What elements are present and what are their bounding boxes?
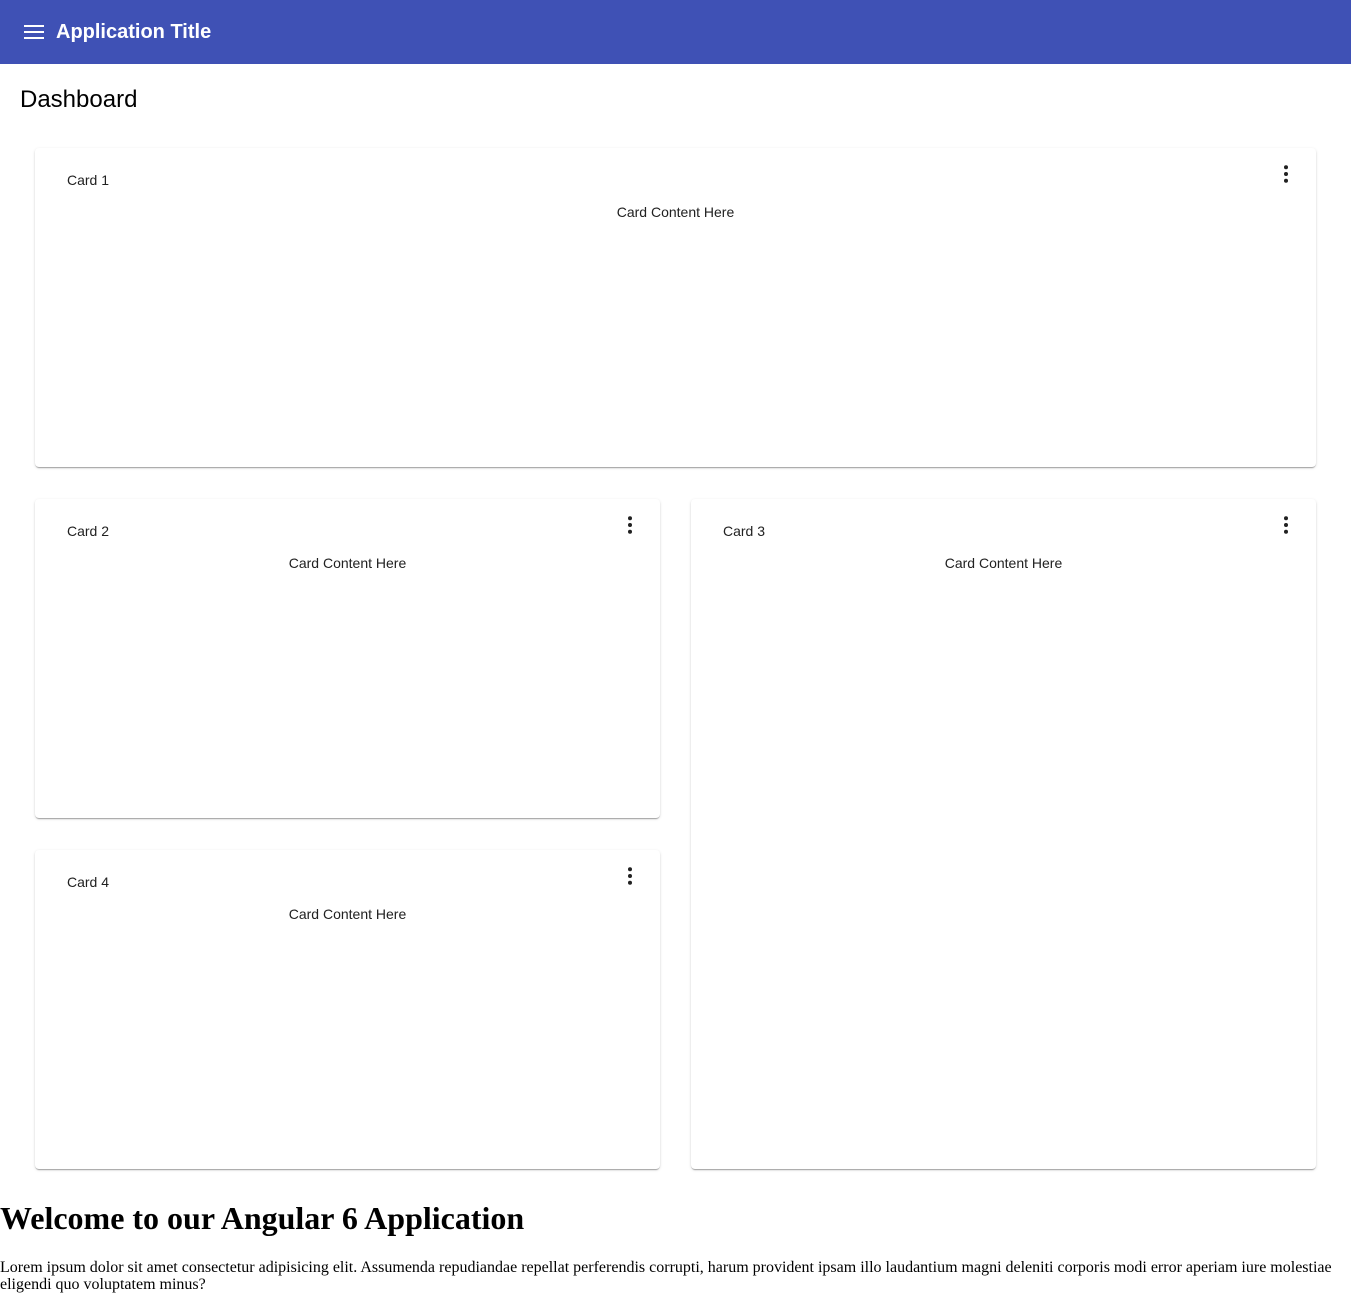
app-toolbar: Application Title [0,0,1351,64]
card-menu-button[interactable] [616,511,644,539]
more-vert-icon [1284,165,1288,183]
dashboard-card-2: Card 2 Card Content Here [35,499,660,818]
welcome-paragraph: Lorem ipsum dolor sit amet consectetur a… [0,1259,1332,1293]
more-vert-icon [628,867,632,885]
app-title: Application Title [56,21,212,43]
dashboard-card-3: Card 3 Card Content Here [691,499,1316,1169]
card-title: Card 4 [67,874,110,890]
card-content: Card Content Here [288,906,407,922]
menu-icon [24,25,44,39]
card-title: Card 1 [67,172,110,188]
card-menu-button[interactable] [616,862,644,890]
menu-button[interactable] [18,16,50,48]
dashboard-card-1: Card 1 Card Content Here [35,148,1316,467]
card-title: Card 2 [67,523,110,539]
card-content: Card Content Here [288,555,407,571]
dashboard-card-4: Card 4 Card Content Here [35,850,660,1169]
more-vert-icon [1284,516,1288,534]
card-content: Card Content Here [616,204,735,220]
card-title: Card 3 [723,523,766,539]
more-vert-icon [628,516,632,534]
card-content: Card Content Here [944,555,1063,571]
card-menu-button[interactable] [1272,511,1300,539]
welcome-heading: Welcome to our Angular 6 Application [0,1200,525,1236]
page-title: Dashboard [20,86,138,113]
card-menu-button[interactable] [1272,160,1300,188]
